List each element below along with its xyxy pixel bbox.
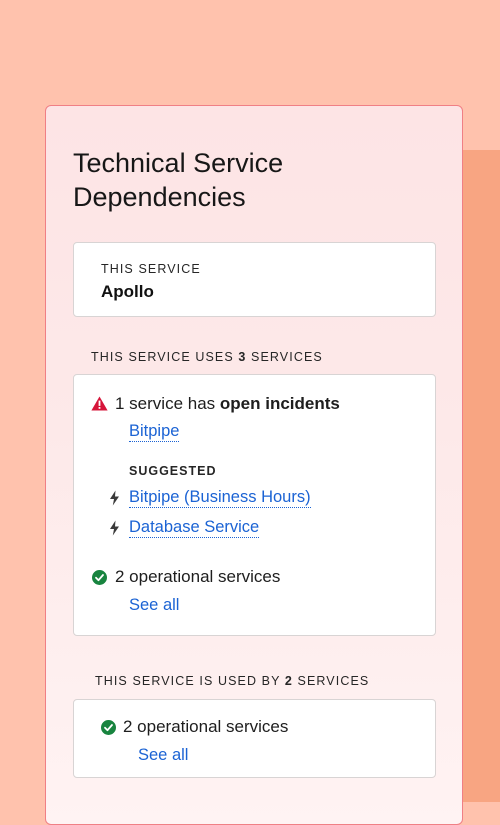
uses-services-card: 1 service has open incidents Bitpipe SUG…: [73, 374, 436, 636]
see-all-link[interactable]: See all: [129, 595, 179, 615]
uses-count: 3: [238, 350, 247, 364]
lightning-icon: [110, 520, 119, 536]
used-by-services-card: 2 operational services See all: [73, 699, 436, 778]
used-by-section-label: THIS SERVICE IS USED BY 2 SERVICES: [95, 674, 369, 688]
check-circle-icon: [92, 570, 107, 585]
used-by-label-prefix: THIS SERVICE IS USED BY: [95, 674, 281, 688]
suggested-service-link-2[interactable]: Database Service: [129, 517, 260, 538]
incidents-summary: 1 service has open incidents: [115, 393, 340, 415]
panel-title: Technical Service Dependencies: [73, 148, 284, 212]
uses-label-prefix: THIS SERVICE USES: [91, 350, 234, 364]
operational-services: 2 operational services: [115, 567, 281, 586]
this-service-label: THIS SERVICE: [101, 262, 201, 276]
incident-service-link[interactable]: Bitpipe: [129, 421, 180, 442]
incidents-prefix: 1 service has: [115, 394, 216, 413]
used-by-count: 2: [284, 674, 293, 688]
uses-section-label: THIS SERVICE USES 3 SERVICES: [91, 350, 323, 364]
background-accent: [463, 150, 500, 802]
incidents-strong: open incidents: [219, 394, 340, 413]
suggested-label: SUGGESTED: [129, 464, 217, 478]
uses-label-suffix: SERVICES: [251, 350, 323, 364]
used-by-see-all-link[interactable]: See all: [138, 745, 188, 765]
lightning-icon: [110, 490, 119, 506]
suggested-service-link-1[interactable]: Bitpipe (Business Hours): [129, 487, 311, 508]
check-circle-icon: [101, 720, 116, 735]
this-service-name: Apollo: [101, 282, 154, 301]
this-service-card: THIS SERVICE Apollo: [73, 242, 436, 317]
used-by-operational-services: 2 operational services: [123, 717, 289, 736]
warning-icon: [91, 396, 108, 411]
used-by-label-suffix: SERVICES: [297, 674, 370, 688]
